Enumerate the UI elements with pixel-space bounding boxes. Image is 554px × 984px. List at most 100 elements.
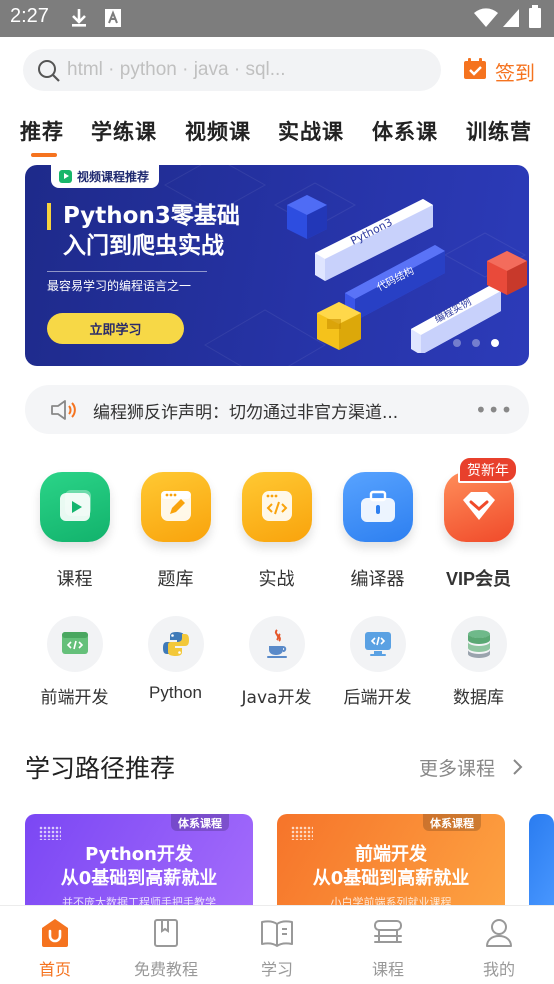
text-a-icon bbox=[104, 8, 122, 32]
banner-title-line1: Python3零基础 bbox=[47, 203, 240, 230]
notice-bar[interactable]: 编程狮反诈声明：切勿通过非官方渠道... ••• bbox=[25, 385, 529, 434]
nav-courses[interactable]: 课程 bbox=[333, 916, 443, 980]
bottom-nav: 首页 免费教程 学习 课程 我的 bbox=[0, 905, 554, 984]
entry-compiler-label: 编译器 bbox=[350, 569, 405, 590]
card-subtitle: 从0基础到高薪就业 bbox=[60, 868, 218, 889]
card-title: Python开发 bbox=[85, 844, 193, 865]
nav-profile-label: 我的 bbox=[482, 960, 515, 979]
python-logo-icon bbox=[147, 616, 204, 672]
calendar-check-icon bbox=[463, 57, 487, 85]
pagination-dot[interactable] bbox=[453, 339, 461, 347]
banner-subtitle: 最容易学习的编程语言之一 bbox=[47, 279, 192, 293]
home-icon bbox=[0, 916, 110, 950]
banner-cta-button[interactable]: 立即学习 bbox=[47, 313, 184, 344]
pagination-dot-active[interactable] bbox=[491, 339, 499, 347]
status-bar: 2:27 bbox=[0, 0, 554, 37]
card-tag: 体系课程 bbox=[171, 814, 229, 831]
more-icon[interactable]: ••• bbox=[475, 398, 513, 422]
stack-icon bbox=[333, 916, 443, 950]
category-java[interactable]: Java开发 bbox=[226, 616, 327, 708]
entry-vip[interactable]: VIP会员 bbox=[428, 470, 529, 591]
more-courses-link[interactable]: 更多课程 bbox=[419, 754, 495, 781]
nav-study[interactable]: 学习 bbox=[222, 916, 332, 980]
card-dots-decoration bbox=[39, 826, 61, 840]
category-grid: 前端开发 Python Java开发 后端开发 数据库 bbox=[0, 616, 554, 716]
learning-paths-title: 学习路径推荐 bbox=[25, 754, 176, 783]
tab-recommend[interactable]: 推荐 bbox=[20, 116, 64, 146]
java-cup-icon bbox=[248, 616, 305, 672]
question-bank-icon bbox=[140, 472, 211, 542]
card-subtitle: 从0基础到高薪就业 bbox=[312, 868, 470, 889]
main-entry-grid: 课程 题库 实战 编译器 VIP会员 bbox=[0, 470, 554, 590]
compiler-toolbox-icon bbox=[342, 472, 413, 542]
tab-video-course[interactable]: 视频课 bbox=[185, 116, 251, 146]
entry-compiler[interactable]: 编译器 bbox=[327, 470, 428, 591]
tab-bootcamp[interactable]: 训练营 bbox=[466, 116, 532, 146]
tab-practice-course[interactable]: 学练课 bbox=[91, 116, 157, 146]
nav-free-tutorials-label: 免费教程 bbox=[133, 960, 198, 979]
category-frontend-label: 前端开发 bbox=[40, 688, 109, 708]
speaker-icon bbox=[50, 399, 80, 425]
pagination-dot[interactable] bbox=[472, 339, 480, 347]
course-play-icon bbox=[39, 472, 110, 542]
category-python[interactable]: Python bbox=[125, 616, 226, 703]
backend-monitor-icon bbox=[349, 616, 406, 672]
bookmark-icon bbox=[111, 916, 221, 950]
category-backend[interactable]: 后端开发 bbox=[327, 616, 428, 708]
path-card-python[interactable]: 体系课程 Python开发 从0基础到高薪就业 并不庞大数据工程师手把手教学 bbox=[25, 814, 253, 914]
promo-banner[interactable]: 视频课程推荐 Python3零基础 入门到爬虫实战 最容易学习的编程语言之一 立… bbox=[25, 165, 529, 366]
chevron-right-icon[interactable] bbox=[512, 758, 524, 780]
nav-profile[interactable]: 我的 bbox=[444, 916, 554, 980]
vip-new-year-badge: 贺新年 bbox=[458, 456, 518, 483]
notice-text: 编程狮反诈声明：切勿通过非官方渠道... bbox=[93, 403, 399, 423]
tab-project-course[interactable]: 实战课 bbox=[278, 116, 344, 146]
download-icon bbox=[70, 8, 88, 32]
entry-question-bank[interactable]: 题库 bbox=[125, 470, 226, 591]
checkin-button[interactable]: 签到 bbox=[463, 56, 535, 86]
database-icon bbox=[450, 616, 507, 672]
code-practice-icon bbox=[241, 472, 312, 542]
nav-free-tutorials[interactable]: 免费教程 bbox=[111, 916, 221, 980]
user-icon bbox=[444, 916, 554, 950]
battery-icon bbox=[528, 5, 542, 33]
search-icon bbox=[37, 59, 61, 87]
category-frontend[interactable]: 前端开发 bbox=[24, 616, 125, 708]
category-tabs: 推荐 学练课 视频课 实战课 体系课 训练营 bbox=[0, 116, 554, 152]
entry-question-bank-label: 题库 bbox=[157, 569, 194, 590]
nav-home[interactable]: 首页 bbox=[0, 916, 110, 980]
wifi-icon bbox=[474, 8, 498, 32]
search-input[interactable] bbox=[67, 55, 407, 85]
open-book-icon bbox=[222, 916, 332, 950]
video-play-icon bbox=[59, 170, 72, 183]
entry-course[interactable]: 课程 bbox=[24, 470, 125, 591]
category-python-label: Python bbox=[149, 683, 202, 702]
entry-practice-label: 实战 bbox=[258, 569, 295, 590]
card-dots-decoration bbox=[291, 826, 313, 840]
nav-courses-label: 课程 bbox=[371, 960, 404, 979]
banner-blocks-illustration: Python3 代码结构 编程实例 bbox=[287, 195, 527, 353]
tab-indicator bbox=[31, 153, 57, 157]
entry-vip-label: VIP会员 bbox=[445, 569, 511, 589]
card-tag: 体系课程 bbox=[423, 814, 481, 831]
category-database-label: 数据库 bbox=[453, 688, 504, 708]
banner-pagination bbox=[453, 339, 510, 347]
checkin-label: 签到 bbox=[495, 60, 535, 85]
search-bar[interactable] bbox=[23, 49, 441, 91]
path-card-next-partial[interactable] bbox=[529, 814, 554, 914]
banner-ribbon: 视频课程推荐 bbox=[51, 165, 160, 188]
entry-practice[interactable]: 实战 bbox=[226, 470, 327, 591]
banner-divider bbox=[47, 271, 207, 272]
frontend-code-icon bbox=[46, 616, 103, 672]
banner-title-line2: 入门到爬虫实战 bbox=[63, 233, 224, 259]
category-backend-label: 后端开发 bbox=[343, 688, 412, 708]
category-database[interactable]: 数据库 bbox=[428, 616, 529, 708]
tab-system-course[interactable]: 体系课 bbox=[372, 116, 438, 146]
entry-course-label: 课程 bbox=[56, 569, 93, 590]
nav-study-label: 学习 bbox=[260, 960, 293, 979]
nav-home-label: 首页 bbox=[38, 960, 71, 979]
status-time: 2:27 bbox=[10, 5, 49, 27]
path-card-frontend[interactable]: 体系课程 前端开发 从0基础到高薪就业 小白学前端系列就业课程 bbox=[277, 814, 505, 914]
signal-icon bbox=[502, 8, 520, 32]
card-title: 前端开发 bbox=[355, 844, 427, 865]
category-java-label: Java开发 bbox=[241, 688, 312, 708]
